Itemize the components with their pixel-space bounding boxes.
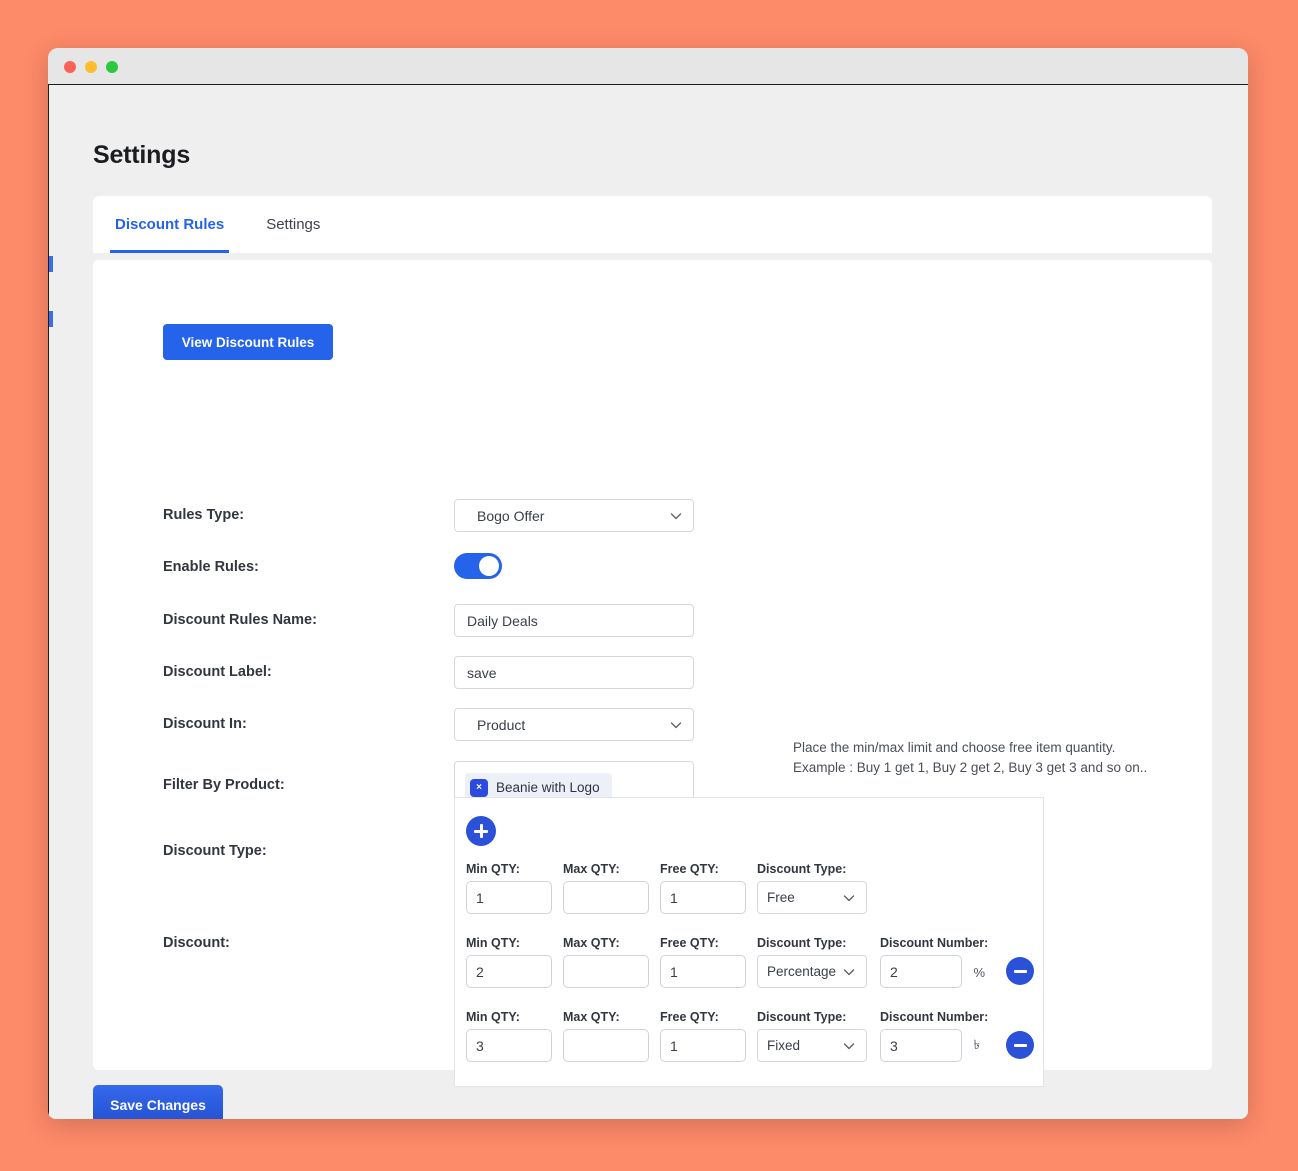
free-qty-cell: Free QTY: (660, 862, 746, 914)
row-discount-type-label: Discount Type: (757, 936, 847, 950)
row-discount-type-cell: Discount Type: Percentage (757, 936, 867, 988)
row-discount-type-select[interactable]: Fixed (757, 1029, 867, 1062)
free-qty-input[interactable] (660, 955, 746, 988)
discount-number-label: Discount Number: (880, 936, 989, 950)
discount-rows-panel: Min QTY: Max QTY: Free QTY: Discount Typ… (454, 797, 1044, 1087)
save-changes-button[interactable]: Save Changes (93, 1085, 223, 1119)
min-qty-label: Min QTY: (466, 1010, 520, 1024)
row-discount-type-label: Discount Type: (757, 862, 847, 876)
discount-number-input[interactable] (880, 1029, 962, 1062)
row-discount-type-label: Discount Type: (757, 1010, 847, 1024)
rules-type-field: Bogo Offer (454, 499, 694, 532)
min-qty-cell: Min QTY: (466, 1010, 552, 1062)
discount-unit-label: % (973, 964, 986, 980)
discount-number-cell: Discount Number: % (880, 936, 988, 988)
discount-unit-label: ৳ (973, 1036, 980, 1052)
free-qty-label: Free QTY: (660, 862, 719, 876)
min-qty-input[interactable] (466, 881, 552, 914)
min-qty-input[interactable] (466, 1029, 552, 1062)
max-qty-label: Max QTY: (563, 862, 620, 876)
tab-settings-label: Settings (266, 216, 321, 233)
minus-icon (1013, 1043, 1027, 1047)
max-qty-label: Max QTY: (563, 1010, 620, 1024)
view-discount-rules-button[interactable]: View Discount Rules (163, 324, 333, 360)
tab-discount-rules[interactable]: Discount Rules (110, 196, 230, 253)
browser-window: Settings Discount Rules Settings View Di… (48, 48, 1248, 1119)
window-minimize-button[interactable] (85, 61, 97, 73)
min-qty-label: Min QTY: (466, 862, 520, 876)
minus-icon (1013, 969, 1027, 973)
max-qty-input[interactable] (563, 881, 649, 914)
discount-number-label: Discount Number: (880, 1010, 989, 1024)
toggle-knob (479, 556, 499, 576)
row-discount-type-select[interactable]: Free (757, 881, 867, 914)
discount-in-label: Discount In: (163, 716, 247, 732)
chip-remove-icon[interactable]: × (470, 778, 488, 797)
remove-discount-row-button[interactable] (1006, 957, 1034, 985)
discount-type-label: Discount Type: (163, 843, 267, 859)
max-qty-input[interactable] (563, 955, 649, 988)
free-qty-input[interactable] (660, 1029, 746, 1062)
free-qty-label: Free QTY: (660, 1010, 719, 1024)
discount-rules-name-label: Discount Rules Name: (163, 612, 317, 628)
row-discount-type-cell: Discount Type: Fixed (757, 1010, 867, 1062)
filter-by-product-label: Filter By Product: (163, 777, 285, 793)
max-qty-cell: Max QTY: (563, 862, 649, 914)
window-body: Settings Discount Rules Settings View Di… (48, 85, 1248, 1119)
row-discount-type-cell: Discount Type: Free (757, 862, 867, 914)
row-discount-type-select[interactable]: Percentage (757, 955, 867, 988)
window-close-button[interactable] (64, 61, 76, 73)
min-qty-cell: Min QTY: (466, 862, 552, 914)
tab-discount-rules-label: Discount Rules (115, 216, 225, 233)
main-content-card: View Discount Rules Rules Type: Bogo Off… (93, 260, 1212, 1087)
discount-rules-name-field (454, 604, 694, 637)
discount-label-label: Discount Label: (163, 664, 272, 680)
min-qty-cell: Min QTY: (466, 936, 552, 988)
discount-label-input[interactable] (454, 656, 694, 689)
free-qty-cell: Free QTY: (660, 1010, 746, 1062)
enable-rules-toggle[interactable] (454, 553, 502, 579)
max-qty-cell: Max QTY: (563, 1010, 649, 1062)
remove-discount-row-button[interactable] (1006, 1031, 1034, 1059)
window-maximize-button[interactable] (106, 61, 118, 73)
enable-rules-label: Enable Rules: (163, 559, 259, 575)
tab-settings[interactable]: Settings (261, 196, 325, 253)
discount-number-input[interactable] (880, 955, 962, 988)
free-qty-label: Free QTY: (660, 936, 719, 950)
tabs-card: Discount Rules Settings (93, 196, 1212, 253)
tab-strip: Discount Rules Settings (110, 196, 325, 253)
scroll-edge-marker (49, 311, 53, 327)
discount-label-field (454, 656, 694, 689)
product-chip-label: Beanie with Logo (496, 780, 600, 795)
scroll-edge-marker (49, 256, 53, 272)
discount-in-field: Product (454, 708, 694, 741)
enable-rules-field (454, 553, 502, 584)
add-discount-row-button[interactable] (466, 816, 496, 846)
max-qty-input[interactable] (563, 1029, 649, 1062)
discount-label: Discount: (163, 935, 230, 951)
discount-in-select[interactable]: Product (454, 708, 694, 741)
max-qty-label: Max QTY: (563, 936, 620, 950)
min-qty-label: Min QTY: (466, 936, 520, 950)
discount-number-cell: Discount Number: ৳ (880, 1010, 988, 1062)
rules-type-select[interactable]: Bogo Offer (454, 499, 694, 532)
discount-rules-name-input[interactable] (454, 604, 694, 637)
free-qty-cell: Free QTY: (660, 936, 746, 988)
free-qty-input[interactable] (660, 881, 746, 914)
discount-type-hint-text: Place the min/max limit and choose free … (793, 740, 1148, 775)
min-qty-input[interactable] (466, 955, 552, 988)
max-qty-cell: Max QTY: (563, 936, 649, 988)
window-titlebar (48, 48, 1248, 85)
rules-type-label: Rules Type: (163, 507, 245, 523)
page-title: Settings (93, 141, 191, 169)
plus-icon (474, 824, 488, 838)
